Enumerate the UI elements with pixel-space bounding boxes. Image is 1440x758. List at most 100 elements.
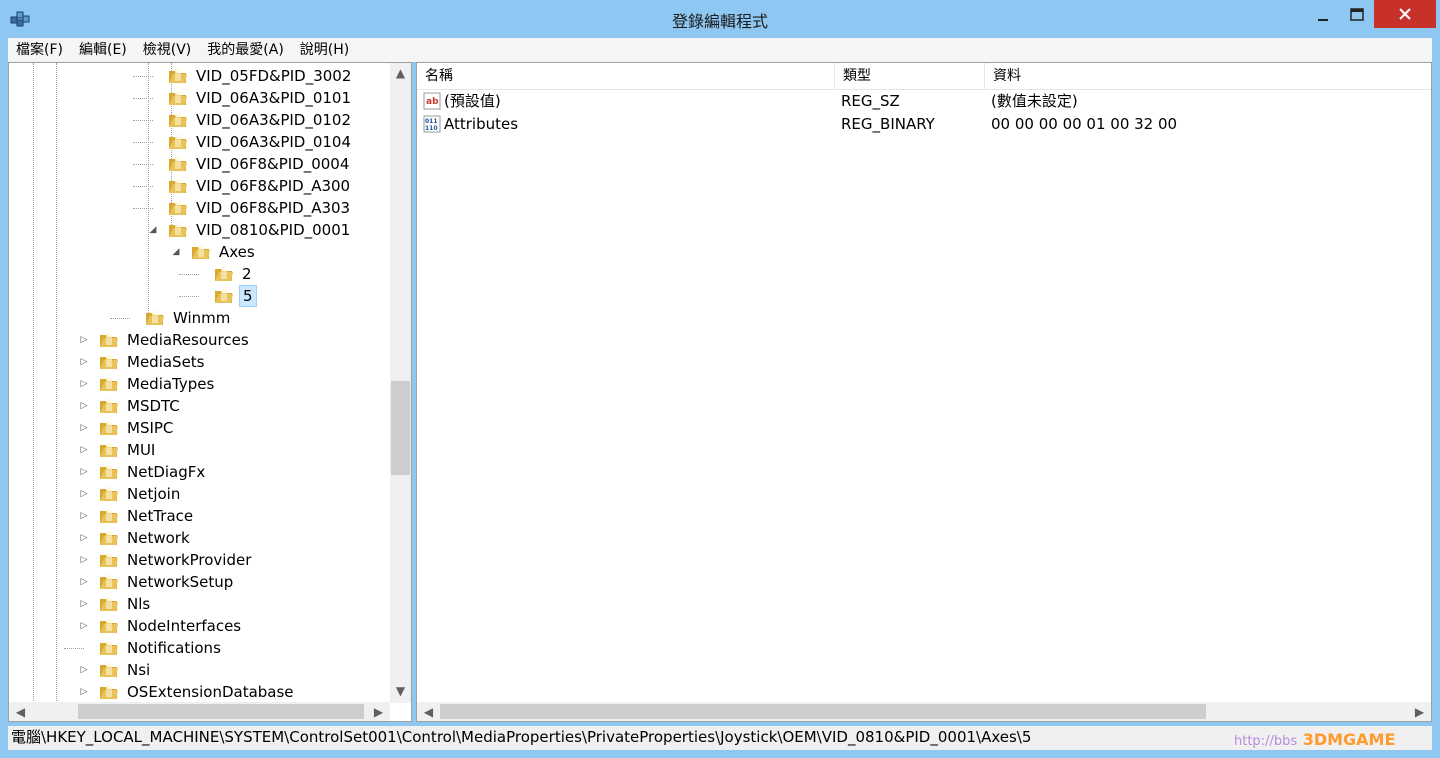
scroll-right-arrow-icon[interactable]: ▶ [369, 702, 388, 721]
expand-arrow-icon[interactable]: ▷ [78, 620, 90, 632]
tree-vertical-scrollbar[interactable]: ▲ ▼ [390, 63, 411, 703]
tree-vertical-scroll-thumb[interactable] [391, 381, 410, 475]
tree-item[interactable]: ▷ Network [78, 527, 193, 549]
tree-item[interactable]: ▷ NetTrace [78, 505, 196, 527]
expand-arrow-icon[interactable]: ▷ [78, 334, 90, 346]
scroll-left-arrow-icon[interactable]: ◀ [11, 702, 30, 721]
expand-arrow-icon[interactable]: ▷ [78, 356, 90, 368]
values-list-header: 名稱 類型 資料 [417, 63, 1431, 90]
tree-item[interactable]: ▷ MediaTypes [78, 373, 217, 395]
tree-item-label: MSDTC [127, 397, 180, 415]
key-tree-pane[interactable]: VID_05FD&PID_3002 VID_06A3&PID_0101 VID_06… [8, 62, 412, 722]
tree-item[interactable]: ▷ NodeInterfaces [78, 615, 244, 637]
expand-arrow-icon[interactable]: ▷ [78, 576, 90, 588]
column-header-type[interactable]: 類型 [835, 63, 985, 89]
tree-item[interactable]: VID_06A3&PID_0101 [147, 87, 354, 109]
tree-item[interactable]: 2 [193, 263, 255, 285]
menu-edit[interactable]: 編輯(E) [71, 38, 135, 62]
tree-item[interactable]: VID_05FD&PID_3002 [147, 65, 354, 87]
tree-item[interactable]: ▷ Netjoin [78, 483, 183, 505]
tree-item[interactable]: ◢ VID_0810&PID_0001 [147, 219, 353, 241]
expand-arrow-icon[interactable]: ▷ [78, 400, 90, 412]
tree-item-label: NetTrace [127, 507, 194, 525]
folder-icon [100, 443, 118, 457]
folder-icon [100, 641, 118, 655]
value-row[interactable]: 011 110 Attributes REG_BINARY 00 00 00 0… [417, 113, 1431, 136]
tree-connector [147, 158, 159, 170]
tree-item[interactable]: VID_06A3&PID_0102 [147, 109, 354, 131]
folder-icon [100, 465, 118, 479]
menu-view[interactable]: 檢視(V) [135, 38, 200, 62]
expand-arrow-icon[interactable]: ▷ [78, 422, 90, 434]
expand-arrow-icon[interactable]: ▷ [78, 554, 90, 566]
tree-connector [193, 290, 205, 302]
value-name: Attributes [444, 115, 519, 133]
value-type: REG_BINARY [841, 115, 935, 133]
tree-item[interactable]: ▷ NetDiagFx [78, 461, 208, 483]
collapse-arrow-icon[interactable]: ◢ [170, 246, 182, 258]
tree-item-label: MediaSets [127, 353, 205, 371]
tree-item[interactable]: ▷ MSIPC [78, 417, 176, 439]
window-title: 登錄編輯程式 [671, 12, 768, 31]
folder-icon [169, 69, 187, 83]
folder-icon [100, 685, 118, 699]
tree-item[interactable]: ▷ Nls [78, 593, 153, 615]
folder-icon [169, 179, 187, 193]
tree-connector [78, 642, 90, 654]
expand-arrow-icon[interactable]: ▷ [78, 532, 90, 544]
scroll-up-arrow-icon[interactable]: ▲ [391, 63, 410, 82]
tree-item[interactable]: ▷ MUI [78, 439, 158, 461]
menu-help[interactable]: 說明(H) [292, 38, 357, 62]
tree-item[interactable]: VID_06F8&PID_A300 [147, 175, 353, 197]
tree-item-label: 2 [242, 265, 252, 283]
expand-arrow-icon[interactable]: ▷ [78, 488, 90, 500]
expand-arrow-icon[interactable]: ▷ [78, 598, 90, 610]
maximize-button[interactable] [1340, 0, 1374, 30]
expand-arrow-icon[interactable]: ▷ [78, 378, 90, 390]
column-header-name[interactable]: 名稱 [417, 63, 835, 89]
tree-item[interactable]: ▷ MSDTC [78, 395, 183, 417]
tree-item[interactable]: ▷ MediaSets [78, 351, 208, 373]
tree-item-label: VID_06A3&PID_0102 [196, 111, 352, 129]
expand-arrow-icon[interactable]: ▷ [78, 686, 90, 698]
expand-arrow-icon[interactable]: ▷ [78, 444, 90, 456]
expand-arrow-icon[interactable]: ▷ [78, 664, 90, 676]
tree-guide-line [33, 63, 34, 703]
values-list-pane[interactable]: 名稱 類型 資料 ab (預設值) REG_SZ (數值未設定) 011 110… [416, 62, 1432, 722]
column-header-data[interactable]: 資料 [985, 63, 1431, 89]
tree-item[interactable]: VID_06F8&PID_A303 [147, 197, 353, 219]
tree-item[interactable]: ▷ Nsi [78, 659, 153, 681]
values-horizontal-scrollbar[interactable]: ◀ ▶ [417, 702, 1431, 721]
tree-item[interactable]: 5 [193, 285, 257, 307]
tree-item[interactable]: ◢ Axes [170, 241, 258, 263]
close-button[interactable] [1374, 0, 1436, 28]
tree-item[interactable]: VID_06A3&PID_0104 [147, 131, 354, 153]
menu-favorites[interactable]: 我的最愛(A) [199, 38, 292, 62]
tree-horizontal-scroll-thumb[interactable] [78, 704, 364, 719]
scroll-left-arrow-icon[interactable]: ◀ [419, 702, 438, 721]
tree-connector [147, 114, 159, 126]
folder-icon [146, 311, 164, 325]
registry-editor-window: 登錄編輯程式 檔案(F) 編輯(E) 檢視(V) 我的最愛(A) 說明(H) V… [0, 0, 1440, 758]
scroll-right-arrow-icon[interactable]: ▶ [1410, 702, 1429, 721]
tree-item-label: 5 [239, 285, 257, 307]
tree-item-label: Nls [127, 595, 151, 613]
menu-file[interactable]: 檔案(F) [8, 38, 71, 62]
tree-item[interactable]: ▷ NetworkSetup [78, 571, 236, 593]
tree-item[interactable]: ▷ OSExtensionDatabase [78, 681, 297, 703]
collapse-arrow-icon[interactable]: ◢ [147, 224, 159, 236]
expand-arrow-icon[interactable]: ▷ [78, 466, 90, 478]
tree-item[interactable]: ▷ MediaResources [78, 329, 252, 351]
title-bar[interactable]: 登錄編輯程式 [0, 0, 1440, 38]
tree-item[interactable]: Notifications [78, 637, 224, 659]
tree-item[interactable]: Winmm [124, 307, 233, 329]
tree-item-label: MSIPC [127, 419, 174, 437]
tree-item[interactable]: ▷ NetworkProvider [78, 549, 254, 571]
minimize-button[interactable] [1306, 0, 1340, 30]
expand-arrow-icon[interactable]: ▷ [78, 510, 90, 522]
tree-item[interactable]: VID_06F8&PID_0004 [147, 153, 352, 175]
tree-horizontal-scrollbar[interactable]: ◀ ▶ [9, 702, 390, 721]
value-row[interactable]: ab (預設值) REG_SZ (數值未設定) [417, 90, 1431, 113]
values-horizontal-scroll-thumb[interactable] [440, 704, 1206, 719]
scroll-down-arrow-icon[interactable]: ▼ [391, 681, 410, 700]
